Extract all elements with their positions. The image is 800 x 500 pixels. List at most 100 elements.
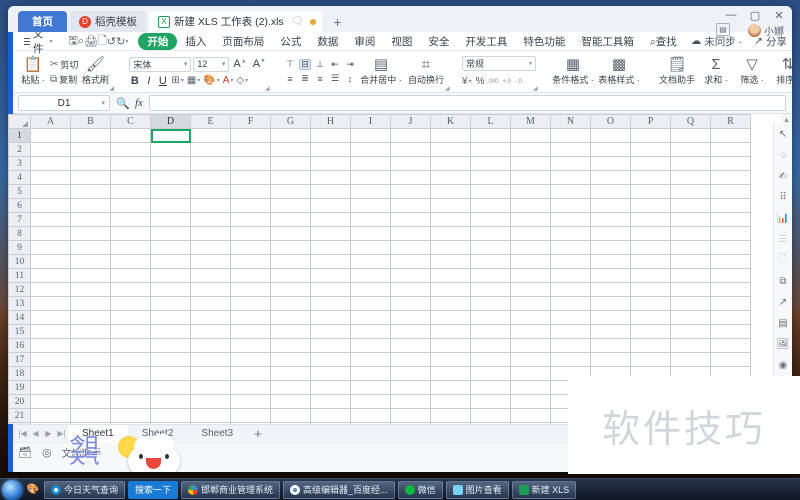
cell-G20[interactable]	[270, 394, 311, 409]
cell-K2[interactable]	[430, 142, 471, 157]
cell-I7[interactable]	[350, 212, 391, 227]
cell-C1[interactable]	[110, 128, 151, 143]
row-header-10[interactable]: 10	[8, 254, 31, 269]
cell-J17[interactable]	[390, 352, 431, 367]
cell-H8[interactable]	[310, 226, 351, 241]
column-header-K[interactable]: K	[430, 114, 471, 129]
cell-I11[interactable]	[350, 268, 391, 283]
cell-E7[interactable]	[190, 212, 231, 227]
cell-F7[interactable]	[230, 212, 271, 227]
cell-C17[interactable]	[110, 352, 151, 367]
row-header-1[interactable]: 1	[8, 128, 31, 143]
cell-B7[interactable]	[70, 212, 111, 227]
align-right-button[interactable]: ≡	[314, 73, 326, 84]
justify-button[interactable]: ☰	[329, 73, 341, 84]
cell-F18[interactable]	[230, 366, 271, 381]
cell-N4[interactable]	[550, 170, 591, 185]
cell-C10[interactable]	[110, 254, 151, 269]
cell-R9[interactable]	[710, 240, 751, 255]
row-header-17[interactable]: 17	[8, 352, 31, 367]
cell-M21[interactable]	[510, 408, 551, 423]
percent-button[interactable]: %	[476, 76, 485, 87]
cell-P17[interactable]	[630, 352, 671, 367]
ribbon-tab-view[interactable]: 视图	[383, 34, 420, 49]
lock-icon[interactable]: ▤	[716, 23, 730, 36]
cut-button[interactable]: ✂ 剪切	[50, 58, 78, 71]
cell-O5[interactable]	[590, 184, 631, 199]
cell-O12[interactable]	[590, 282, 631, 297]
cell-K22[interactable]	[430, 422, 471, 424]
cell-B22[interactable]	[70, 422, 111, 424]
ribbon-tab-data[interactable]: 数据	[309, 34, 346, 49]
cell-O11[interactable]	[590, 268, 631, 283]
cell-E8[interactable]	[190, 226, 231, 241]
cell-L4[interactable]	[470, 170, 511, 185]
cell-P5[interactable]	[630, 184, 671, 199]
alignment-dialog-launcher[interactable]: ◢	[445, 85, 451, 92]
sheet-nav-first[interactable]: |◀	[16, 429, 29, 438]
cell-H16[interactable]	[310, 338, 351, 353]
cell-R13[interactable]	[710, 296, 751, 311]
fill-color-button[interactable]: 🎨 ▾	[203, 75, 219, 86]
cell-J11[interactable]	[390, 268, 431, 283]
cell-A22[interactable]	[30, 422, 71, 424]
cell-R16[interactable]	[710, 338, 751, 353]
cell-H20[interactable]	[310, 394, 351, 409]
row-header-12[interactable]: 12	[8, 282, 31, 297]
cell-E10[interactable]	[190, 254, 231, 269]
cell-M11[interactable]	[510, 268, 551, 283]
ribbon-tab-insert[interactable]: 插入	[177, 34, 214, 49]
sheet-tab-sheet3[interactable]: Sheet3	[187, 425, 247, 443]
cell-M7[interactable]	[510, 212, 551, 227]
cell-F2[interactable]	[230, 142, 271, 157]
cell-G10[interactable]	[270, 254, 311, 269]
cell-J10[interactable]	[390, 254, 431, 269]
cell-G5[interactable]	[270, 184, 311, 199]
cell-C22[interactable]	[110, 422, 151, 424]
ribbon-tab-page-layout[interactable]: 页面布局	[214, 34, 272, 49]
new-tab-button[interactable]: +	[325, 14, 349, 32]
select-all-corner[interactable]	[8, 114, 31, 129]
cell-K16[interactable]	[430, 338, 471, 353]
cell-M2[interactable]	[510, 142, 551, 157]
cell-E9[interactable]	[190, 240, 231, 255]
cell-B9[interactable]	[70, 240, 111, 255]
cell-D20[interactable]	[150, 394, 191, 409]
cell-I3[interactable]	[350, 156, 391, 171]
row-header-13[interactable]: 13	[8, 296, 31, 311]
cell-N8[interactable]	[550, 226, 591, 241]
formula-input[interactable]	[148, 95, 786, 111]
cell-K7[interactable]	[430, 212, 471, 227]
format-painter-button[interactable]: 🖌 格式刷	[78, 57, 112, 86]
cell-E14[interactable]	[190, 310, 231, 325]
cell-L20[interactable]	[470, 394, 511, 409]
cell-A3[interactable]	[30, 156, 71, 171]
doc-assistant-button[interactable]: 🗒 文档助手	[656, 57, 698, 86]
cell-style-button[interactable]: ▦ ▾	[187, 75, 200, 86]
sheet-tab-sheet2[interactable]: Sheet2	[128, 425, 188, 443]
row-header-20[interactable]: 20	[8, 394, 31, 409]
taskbar-item-weather[interactable]: 今日天气查询	[44, 480, 126, 499]
cell-M9[interactable]	[510, 240, 551, 255]
box-icon[interactable]: ▤	[776, 317, 791, 330]
cell-B1[interactable]	[70, 128, 111, 143]
cell-F21[interactable]	[230, 408, 271, 423]
cell-H18[interactable]	[310, 366, 351, 381]
cell-J21[interactable]	[390, 408, 431, 423]
cell-Q15[interactable]	[670, 324, 711, 339]
cell-A19[interactable]	[30, 380, 71, 395]
cell-E17[interactable]	[190, 352, 231, 367]
cell-O13[interactable]	[590, 296, 631, 311]
cell-N2[interactable]	[550, 142, 591, 157]
cell-O2[interactable]	[590, 142, 631, 157]
cell-M4[interactable]	[510, 170, 551, 185]
clear-format-button[interactable]: ◇ ▾	[236, 75, 248, 86]
cell-Q2[interactable]	[670, 142, 711, 157]
copy-icon[interactable]: ⧉	[776, 275, 791, 288]
cell-B14[interactable]	[70, 310, 111, 325]
cell-R8[interactable]	[710, 226, 751, 241]
cell-M18[interactable]	[510, 366, 551, 381]
cell-Q4[interactable]	[670, 170, 711, 185]
cell-N13[interactable]	[550, 296, 591, 311]
cell-F13[interactable]	[230, 296, 271, 311]
